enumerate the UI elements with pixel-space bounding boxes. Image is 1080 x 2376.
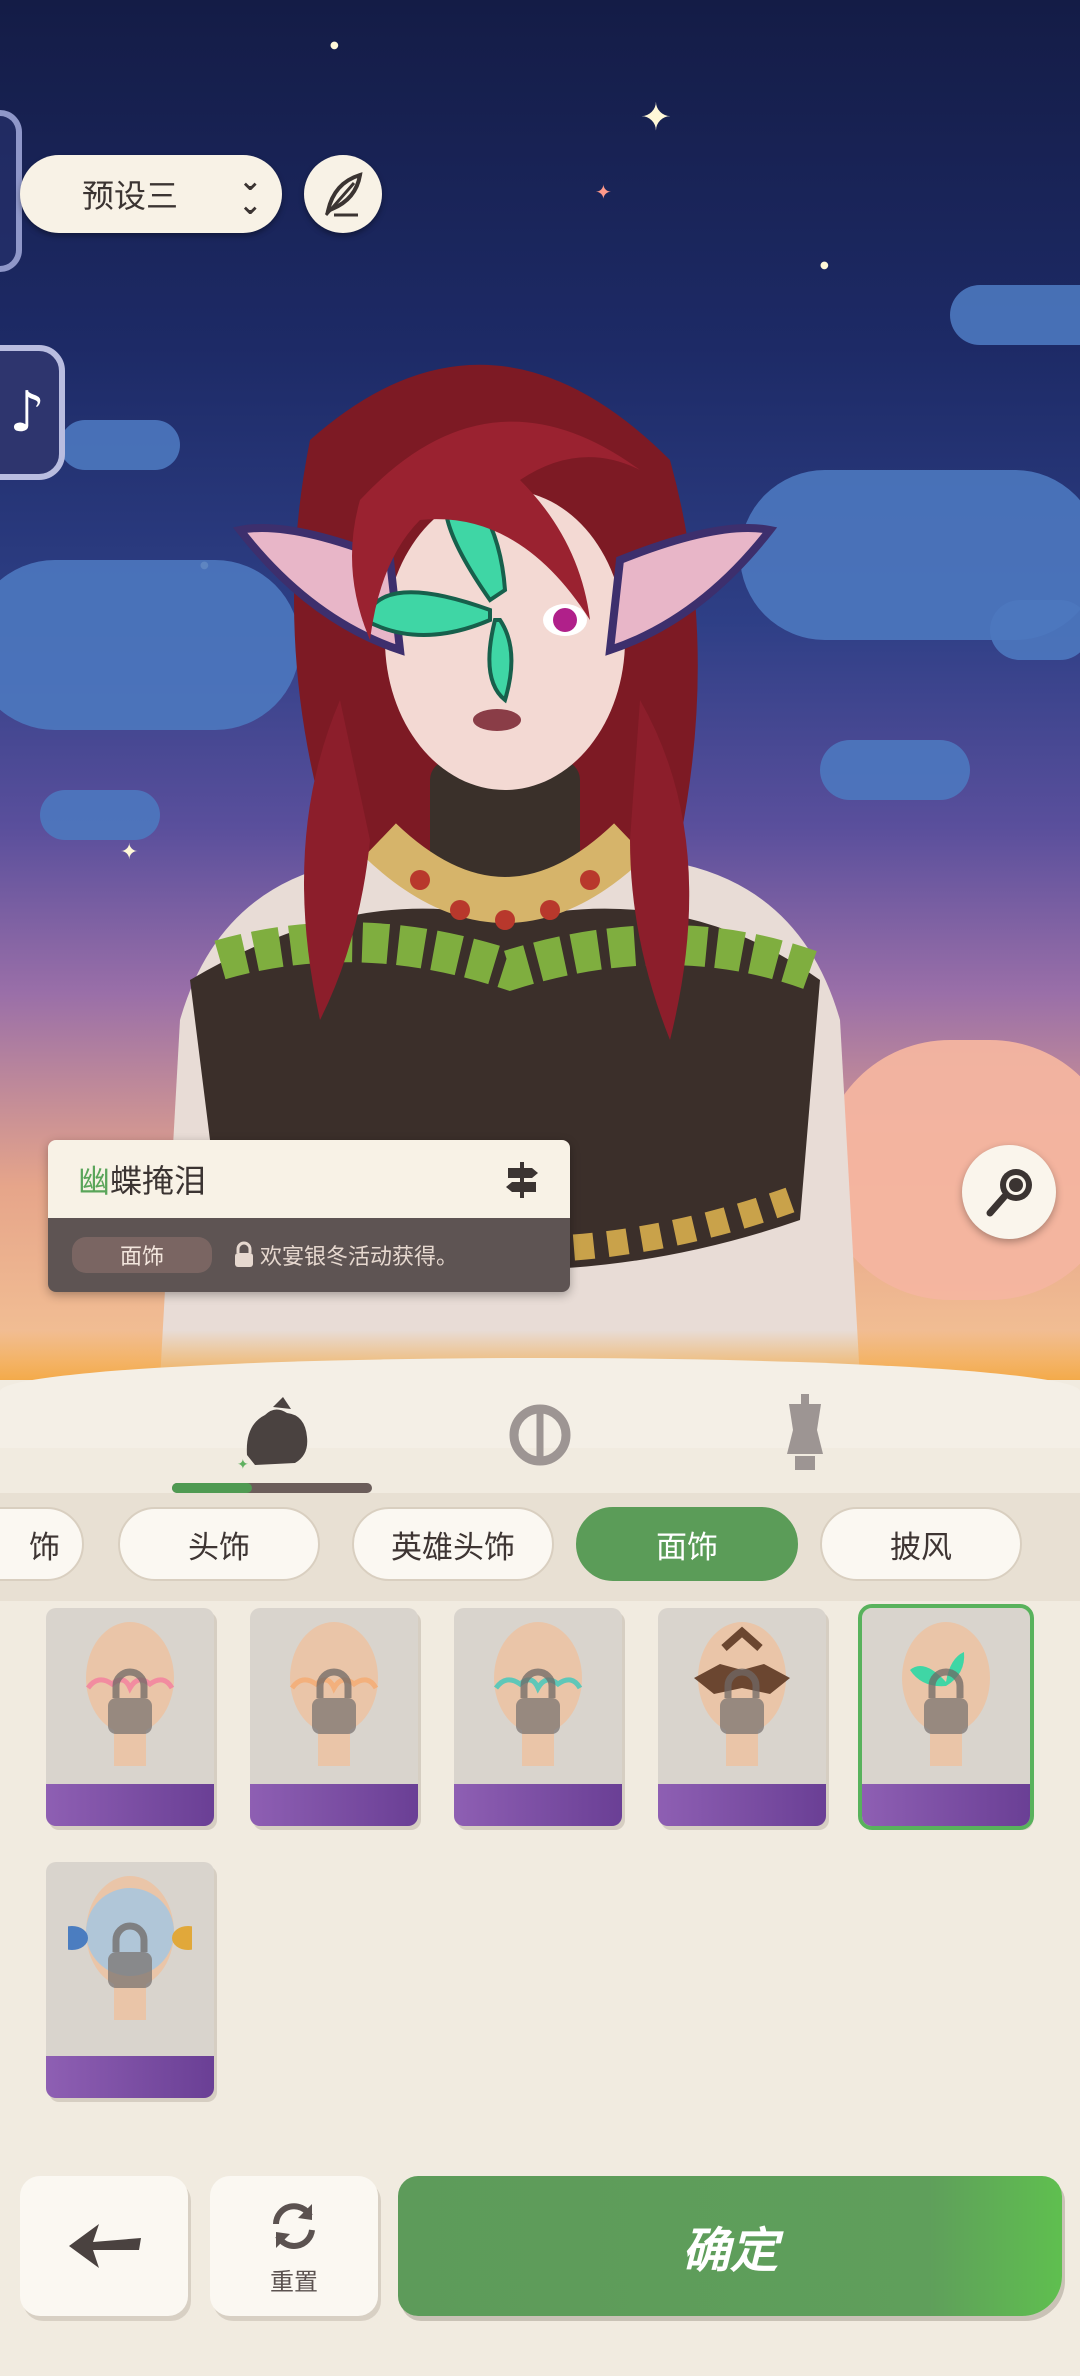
item-fish-mask-blue[interactable] [46,1862,214,2098]
music-button[interactable]: ♪ [0,345,65,480]
sub-tab-partial[interactable]: 饰 [0,1507,84,1581]
double-chevron-down-icon: ⌄ ⌄ [238,164,262,221]
item-bat-mask-brown[interactable] [658,1608,826,1826]
sub-tab-hero-headwear[interactable]: 英雄头饰 [352,1507,554,1581]
star-icon: ✦ [120,840,139,865]
sub-tab-label: 披风 [890,1529,952,1566]
sub-tab-label: 头饰 [188,1529,250,1566]
lock-icon [312,1668,356,1734]
category-tag: 面饰 [72,1237,212,1273]
item-heart-glasses-pink[interactable] [46,1608,214,1826]
active-tab-indicator [172,1483,372,1493]
item-butterfly-mask-green[interactable] [858,1604,1034,1830]
svg-text:✦: ✦ [237,1457,249,1473]
star-icon: ✦ [640,95,672,139]
star-icon: ● [330,40,339,51]
sub-tab-cape[interactable]: 披风 [820,1507,1022,1581]
back-button[interactable] [20,2176,188,2316]
outfit-icon: ✦ [237,1397,308,1473]
sub-tab-label: 饰 [29,1529,60,1566]
item-heart-glasses-teal[interactable] [454,1608,622,1826]
lock-icon [924,1668,968,1734]
character-preview-scene: ✦ ✦ ✦ ● ● ● [0,0,1080,1380]
item-heart-glasses-peach[interactable] [250,1608,418,1826]
signpost-icon[interactable] [502,1160,542,1200]
refresh-icon [273,2202,315,2249]
lock-icon [108,1922,152,1988]
category-tab-body[interactable] [745,1380,865,1490]
sub-tab-label: 英雄头饰 [391,1529,515,1566]
magnifier-icon [986,1169,1032,1217]
item-title: 幽蝶掩泪 [48,1140,570,1218]
back-arrow-icon [69,2224,141,2268]
star-icon: ✦ [595,180,612,204]
item-source-text: 欢宴银冬活动获得。 [260,1245,459,1270]
zoom-button[interactable] [962,1145,1056,1239]
preset-selector[interactable]: 预设三 ⌄ ⌄ [20,155,282,233]
edit-preset-button[interactable] [304,155,382,233]
lock-icon [720,1668,764,1734]
music-note-icon: ♪ [9,380,45,445]
lock-icon [108,1668,152,1734]
category-tab-outfit[interactable]: ✦ [215,1380,335,1490]
category-tabs: ✦ [0,1380,1080,1490]
sub-tab-headwear[interactable]: 头饰 [118,1507,320,1581]
cloud [40,790,160,840]
star-icon: ● [820,260,829,271]
item-info-card: 幽蝶掩泪 面饰 欢宴银冬活动获得。 [48,1140,570,1292]
confirm-label: 确定 [681,2223,778,2279]
reset-button[interactable]: 重置 [210,2176,378,2316]
face-mask-icon [509,1404,571,1466]
feather-icon [324,172,363,217]
confirm-button[interactable]: 确定 [398,2176,1062,2316]
cloud [990,600,1080,660]
side-panel-handle[interactable] [0,110,22,272]
sub-tab-label: 面饰 [656,1529,718,1566]
preset-label: 预设三 [82,177,179,215]
category-tab-face[interactable] [480,1380,600,1490]
reset-label: 重置 [270,2267,318,2296]
cloud [950,285,1080,345]
item-name-first-char: 幽 [78,1162,111,1200]
mannequin-icon [787,1394,823,1470]
lock-icon [235,1241,253,1267]
lock-icon [516,1668,560,1734]
sub-tab-face-accessory[interactable]: 面饰 [576,1507,798,1581]
item-source: 欢宴银冬活动获得。 [232,1239,458,1271]
item-name: 蝶掩泪 [110,1162,207,1200]
